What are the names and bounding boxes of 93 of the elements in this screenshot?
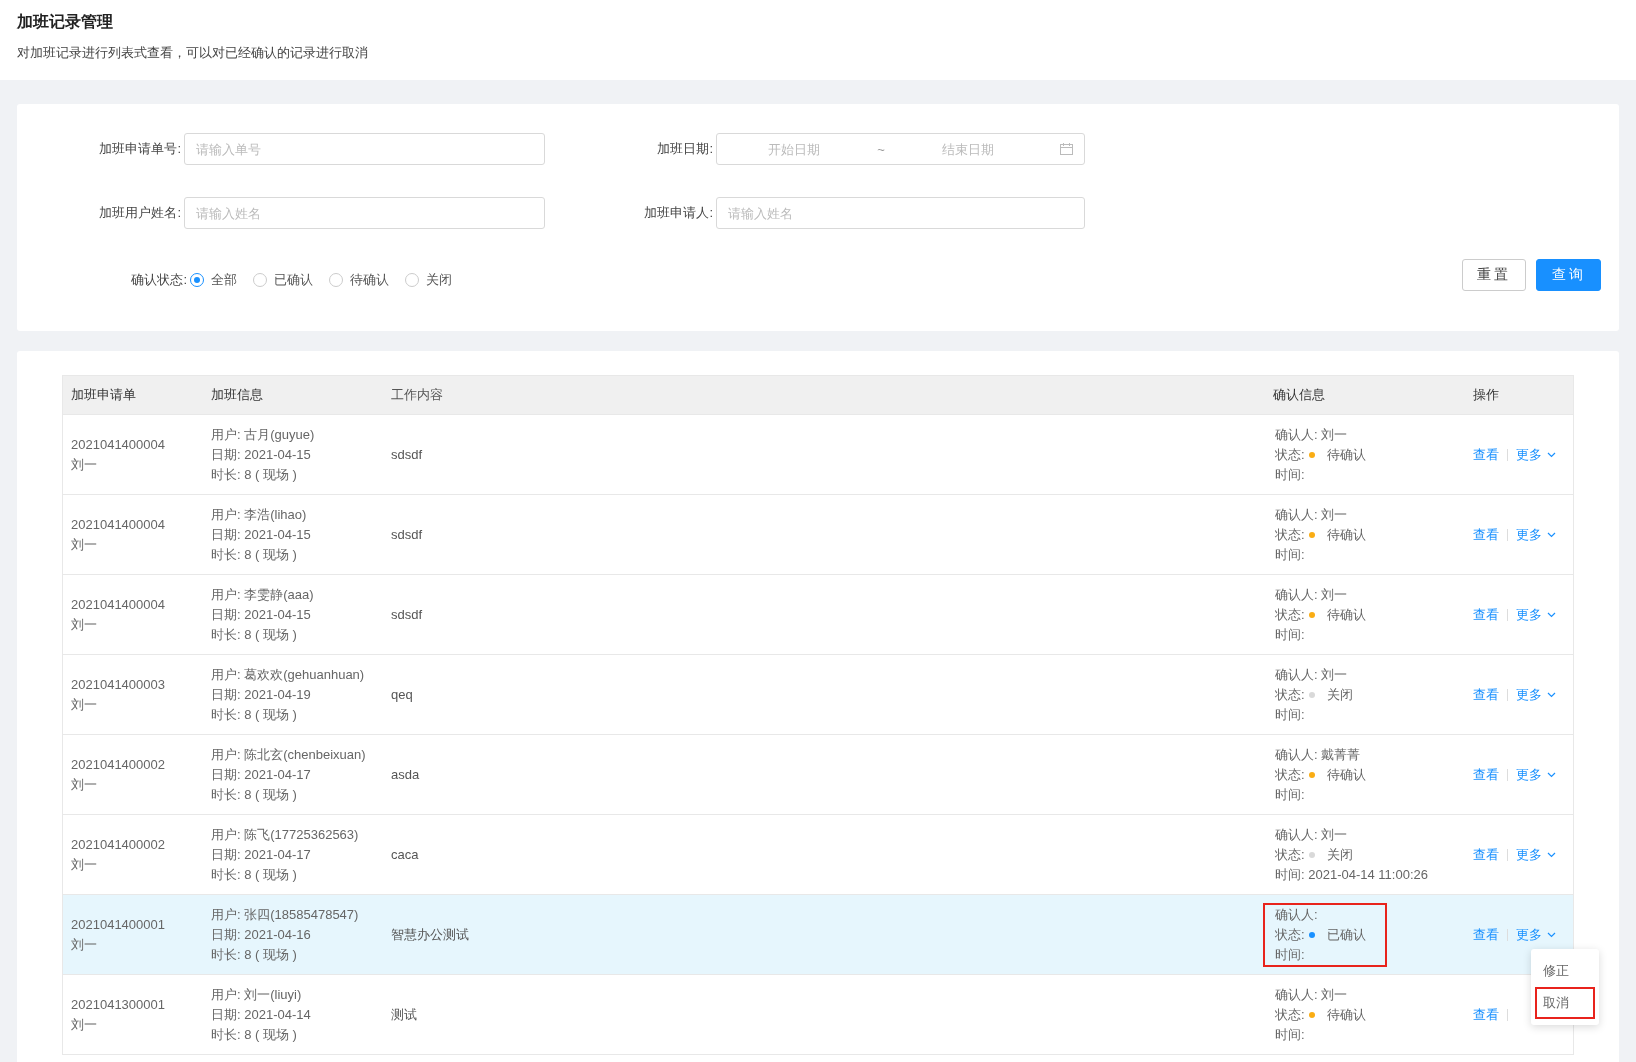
page-title: 加班记录管理 [17,12,114,32]
time-text: 时间: [1275,1025,1306,1044]
work-content: asda [391,765,421,784]
date-text: 日期: 2021-04-17 [211,765,312,784]
confirmer-text: 确认人: 刘一 [1275,585,1349,604]
status-text: 待确认 [1326,765,1366,784]
time-text: 时间: [1275,545,1306,564]
field-label: 加班申请人: [643,204,714,222]
column-header: 确认信息 [1272,386,1326,404]
time-text: 时间: [1275,785,1306,804]
status-text: 待确认 [1326,525,1366,544]
applicant-name: 刘一 [71,855,98,874]
column-header: 加班申请单 [70,386,137,404]
status-label: 状态: [1275,605,1305,624]
confirmer-text: 确认人: 戴菁菁 [1275,745,1362,764]
duration-text: 时长: 8 ( 现场 ) [211,465,298,484]
field-label: 加班申请单号: [98,140,183,158]
confirmer-text: 确认人: 刘一 [1275,425,1349,444]
status-label: 状态: [1275,1005,1305,1024]
work-content: qeq [391,685,414,704]
confirmer-text: 确认人: 刘一 [1275,985,1349,1004]
field-label: 加班用户姓名: [98,204,183,222]
status-text: 关闭 [1326,845,1353,864]
column-header: 加班信息 [210,386,264,404]
order-number: 2021041400002 [71,755,166,774]
page-description: 对加班记录进行列表式查看，可以对已经确认的记录进行取消 [17,44,369,62]
user-text: 用户: 李浩(lihao) [211,505,308,524]
time-text: 时间: [1275,465,1306,484]
date-text: 日期: 2021-04-17 [211,845,312,864]
duration-text: 时长: 8 ( 现场 ) [211,945,298,964]
order-number: 2021041400002 [71,835,166,854]
confirmer-text: 确认人: 刘一 [1275,825,1349,844]
duration-text: 时长: 8 ( 现场 ) [211,545,298,564]
applicant-name: 刘一 [71,455,98,474]
field-label: 加班日期: [656,140,715,158]
user-text: 用户: 古月(guyue) [211,425,316,444]
date-text: 日期: 2021-04-15 [211,445,312,464]
date-text: 日期: 2021-04-14 [211,1005,312,1024]
order-number: 2021041400001 [71,915,166,934]
status-text: 关闭 [1326,685,1353,704]
duration-text: 时长: 8 ( 现场 ) [211,625,298,644]
time-text: 时间: [1275,705,1306,724]
applicant-name: 刘一 [71,1015,98,1034]
duration-text: 时长: 8 ( 现场 ) [211,1025,298,1044]
work-content: 智慧办公测试 [391,925,470,944]
duration-text: 时长: 8 ( 现场 ) [211,705,298,724]
range-separator: ~ [876,141,886,157]
field-label: 确认状态: [130,271,188,289]
date-text: 日期: 2021-04-19 [211,685,312,704]
work-content: caca [391,845,420,864]
status-text: 待确认 [1326,445,1366,464]
date-text: 日期: 2021-04-15 [211,605,312,624]
user-text: 用户: 葛欢欢(gehuanhuan) [211,665,366,684]
order-number: 2021041400003 [71,675,166,694]
status-text: 待确认 [1326,605,1366,624]
work-content: sdsdf [391,445,424,464]
user-text: 用户: 李雯静(aaa) [211,585,315,604]
work-content: 测试 [391,1005,418,1024]
confirmer-text: 确认人: 刘一 [1275,505,1349,524]
time-text: 时间: [1275,945,1306,964]
applicant-name: 刘一 [71,775,98,794]
user-text: 用户: 刘一(liuyi) [211,985,303,1004]
applicant-name: 刘一 [71,615,98,634]
time-text: 时间: 2021-04-14 11:00:26 [1275,865,1428,884]
duration-text: 时长: 8 ( 现场 ) [211,865,298,884]
order-number: 2021041400004 [71,595,166,614]
applicant-name: 刘一 [71,695,98,714]
work-content: sdsdf [391,525,424,544]
status-text: 已确认 [1326,925,1366,944]
confirmer-text: 确认人: [1275,905,1319,924]
applicant-name: 刘一 [71,535,98,554]
date-text: 日期: 2021-04-15 [211,525,312,544]
applicant-name: 刘一 [71,935,98,954]
confirmer-text: 确认人: 刘一 [1275,665,1349,684]
date-text: 日期: 2021-04-16 [211,925,312,944]
status-label: 状态: [1275,525,1305,544]
work-content: sdsdf [391,605,424,624]
order-number: 2021041400004 [71,515,166,534]
user-text: 用户: 陈飞(17725362563) [211,825,360,844]
user-text: 用户: 陈北玄(chenbeixuan) [211,745,367,764]
status-label: 状态: [1275,845,1305,864]
column-header: 操作 [1472,386,1500,404]
duration-text: 时长: 8 ( 现场 ) [211,785,298,804]
order-number: 2021041400004 [71,435,166,454]
user-text: 用户: 张四(18585478547) [211,905,360,924]
column-header: 工作内容 [390,386,444,404]
order-number: 2021041300001 [71,995,166,1014]
status-label: 状态: [1275,685,1305,704]
status-text: 待确认 [1326,1005,1366,1024]
status-label: 状态: [1275,765,1305,784]
time-text: 时间: [1275,625,1306,644]
status-label: 状态: [1275,445,1305,464]
status-label: 状态: [1275,925,1305,944]
